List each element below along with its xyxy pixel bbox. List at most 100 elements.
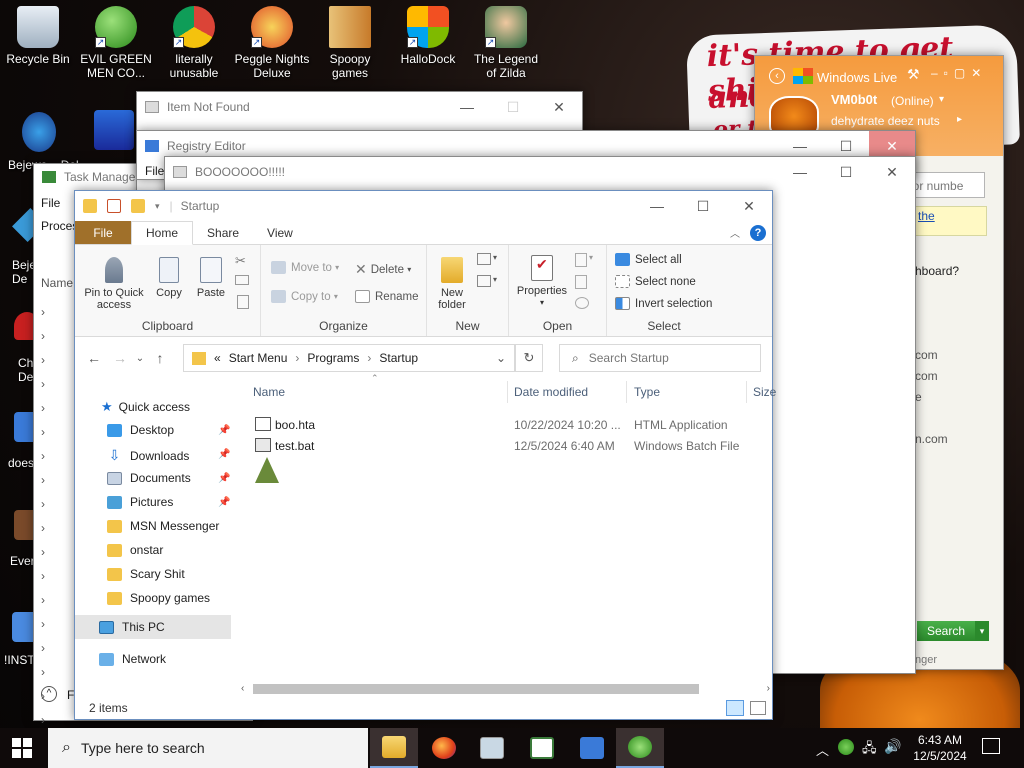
pin-icon[interactable]: 📌 — [218, 497, 230, 508]
msn-personal-message[interactable]: dehydrate deez nuts — [831, 114, 940, 128]
tab-share[interactable]: Share — [193, 221, 253, 244]
delete-button[interactable]: ✕ Delete ▾ — [355, 261, 411, 278]
close-button[interactable]: ✕ — [726, 191, 772, 221]
open-icon[interactable] — [575, 253, 587, 267]
column-header-type[interactable]: Type — [634, 385, 660, 399]
menu-file[interactable]: File — [145, 164, 164, 178]
nav-folder-onstar[interactable]: onstar — [107, 543, 163, 557]
desktop-icon-peggle[interactable]: ↗ Peggle Nights Deluxe — [234, 0, 310, 80]
msn-link[interactable]: the — [911, 206, 987, 236]
table-row[interactable]: test.bat 12/5/2024 6:40 AM Windows Batch… — [253, 436, 773, 456]
taskbar-file-explorer[interactable] — [370, 728, 418, 768]
edit-icon[interactable] — [575, 275, 587, 289]
pin-to-quick-access-button[interactable]: Pin to Quick access — [81, 257, 147, 311]
column-divider[interactable] — [507, 381, 508, 403]
back-arrow-icon[interactable]: ‹ — [769, 68, 785, 84]
tab-processes[interactable]: Proces — [41, 219, 78, 233]
boo-titlebar[interactable]: BOOOOOOO!!!!! — ☐ ✕ — [165, 157, 915, 187]
chevron-down-icon[interactable]: ▾ — [975, 621, 989, 641]
details-view-icon[interactable] — [726, 700, 744, 716]
column-header-size[interactable]: Size — [753, 385, 776, 399]
paste-button[interactable]: Paste — [193, 257, 229, 299]
maximize-button[interactable]: ☐ — [490, 92, 536, 122]
pin-icon[interactable]: 📌 — [218, 425, 230, 436]
msn-username[interactable]: VM0b0t — [831, 92, 877, 107]
menu-file[interactable]: File — [41, 196, 60, 210]
network-tray-icon[interactable]: 🖧 — [862, 739, 877, 761]
taskbar-msn-messenger[interactable] — [616, 728, 664, 768]
easy-access-icon[interactable] — [477, 275, 491, 287]
start-button[interactable] — [12, 738, 32, 758]
nav-desktop[interactable]: Desktop — [107, 423, 174, 437]
desktop-icon-legend-of-zilda[interactable]: ↗ The Legend of Zilda — [468, 0, 544, 80]
notifications-icon[interactable] — [982, 738, 1000, 754]
breadcrumb-start-menu[interactable]: Start Menu — [229, 351, 288, 365]
large-icons-view-icon[interactable] — [750, 701, 766, 715]
help-icon[interactable]: ? — [750, 224, 766, 241]
table-row[interactable]: boo.hta 10/22/2024 10:20 ... HTML Applic… — [253, 415, 773, 435]
copy-button[interactable]: Copy — [153, 257, 185, 299]
file-explorer-window[interactable]: ▾ | Startup — ☐ ✕ File Home Share View ︿… — [74, 190, 776, 720]
column-header-date[interactable]: Date modified — [514, 385, 588, 399]
desktop-icon-spoopy-games[interactable]: Spoopy games — [312, 0, 388, 80]
chevron-down-icon[interactable]: ▾ — [589, 253, 593, 262]
desktop-icon-recycle-bin[interactable]: Recycle Bin — [0, 0, 76, 66]
msn-window-controls[interactable]: –▫▢✕ — [931, 66, 987, 80]
taskbar-search-input[interactable]: ⌕ Type here to search — [48, 728, 368, 768]
forward-arrow-icon[interactable]: → — [107, 350, 133, 366]
pin-icon[interactable]: 📌 — [218, 473, 230, 484]
nav-downloads[interactable]: ⇩ Downloads — [107, 447, 190, 464]
nav-folder-msn-messenger[interactable]: MSN Messenger — [107, 519, 219, 533]
msn-tray-icon[interactable] — [838, 739, 854, 755]
chevron-down-icon[interactable]: ⌄ — [496, 351, 506, 365]
desktop-icon-literally-unusable[interactable]: ↗ literally unusable — [156, 0, 232, 80]
scroll-thumb[interactable] — [253, 684, 699, 694]
taskbar-task-manager[interactable] — [468, 728, 516, 768]
collapse-ribbon-icon[interactable]: ︿ — [730, 225, 740, 240]
nav-this-pc[interactable]: This PC — [99, 620, 165, 634]
cut-icon[interactable]: ✂ — [235, 253, 246, 269]
bejeweled-icon[interactable] — [22, 112, 56, 152]
show-hidden-icons-icon[interactable]: ︿ — [816, 740, 829, 759]
horizontal-scrollbar[interactable]: ‹ › — [241, 681, 774, 697]
refresh-icon[interactable]: ↻ — [515, 344, 543, 372]
back-arrow-icon[interactable]: ← — [81, 350, 107, 366]
chevron-down-icon[interactable]: ▾ — [939, 94, 944, 105]
select-none-button[interactable]: Select none — [615, 275, 696, 288]
breadcrumb-programs[interactable]: Programs — [307, 351, 359, 365]
media-player-icon[interactable] — [94, 110, 134, 150]
column-divider[interactable] — [746, 381, 747, 403]
close-button[interactable]: ✕ — [869, 157, 915, 187]
breadcrumb-overflow[interactable]: « — [214, 351, 221, 365]
copy-path-icon[interactable] — [235, 275, 249, 285]
chevron-down-icon[interactable]: ▾ — [155, 201, 160, 212]
tab-view[interactable]: View — [253, 221, 307, 244]
up-arrow-icon[interactable]: ↑ — [147, 350, 173, 366]
desktop-icon-hallodock[interactable]: ↗ HalloDock — [390, 0, 466, 66]
column-header-name[interactable]: Name — [253, 385, 285, 399]
copy-to-button[interactable]: Copy to ▾ — [271, 290, 338, 303]
close-button[interactable]: ✕ — [536, 92, 582, 122]
nav-folder-spoopy-games[interactable]: Spoopy games — [107, 591, 210, 605]
nav-quick-access[interactable]: ★ Quick access — [101, 399, 190, 415]
paste-shortcut-icon[interactable] — [237, 295, 249, 309]
tab-file[interactable]: File — [75, 221, 131, 244]
chevron-down-icon[interactable]: ▾ — [493, 275, 497, 284]
select-all-button[interactable]: Select all — [615, 253, 682, 266]
move-to-button[interactable]: Move to ▾ — [271, 261, 339, 274]
history-icon[interactable] — [575, 297, 589, 309]
scroll-left-icon[interactable]: ‹ — [241, 683, 244, 694]
rename-button[interactable]: Rename — [355, 290, 418, 303]
chevron-down-icon[interactable]: ▾ — [493, 253, 497, 262]
tab-home[interactable]: Home — [131, 221, 194, 245]
new-item-icon[interactable] — [477, 253, 491, 265]
minimize-button[interactable]: — — [444, 92, 490, 122]
chevron-down-icon[interactable]: ▸ — [957, 114, 962, 125]
new-folder-quick-icon[interactable] — [131, 199, 145, 213]
msn-contact[interactable]: e — [915, 390, 922, 404]
minimize-button[interactable]: — — [634, 191, 680, 221]
msn-search-button[interactable]: Search — [917, 621, 975, 641]
properties-button[interactable]: ✔ Properties ▾ — [513, 255, 571, 309]
maximize-button[interactable]: ☐ — [823, 157, 869, 187]
explorer-titlebar[interactable]: ▾ | Startup — ☐ ✕ — [75, 191, 772, 221]
